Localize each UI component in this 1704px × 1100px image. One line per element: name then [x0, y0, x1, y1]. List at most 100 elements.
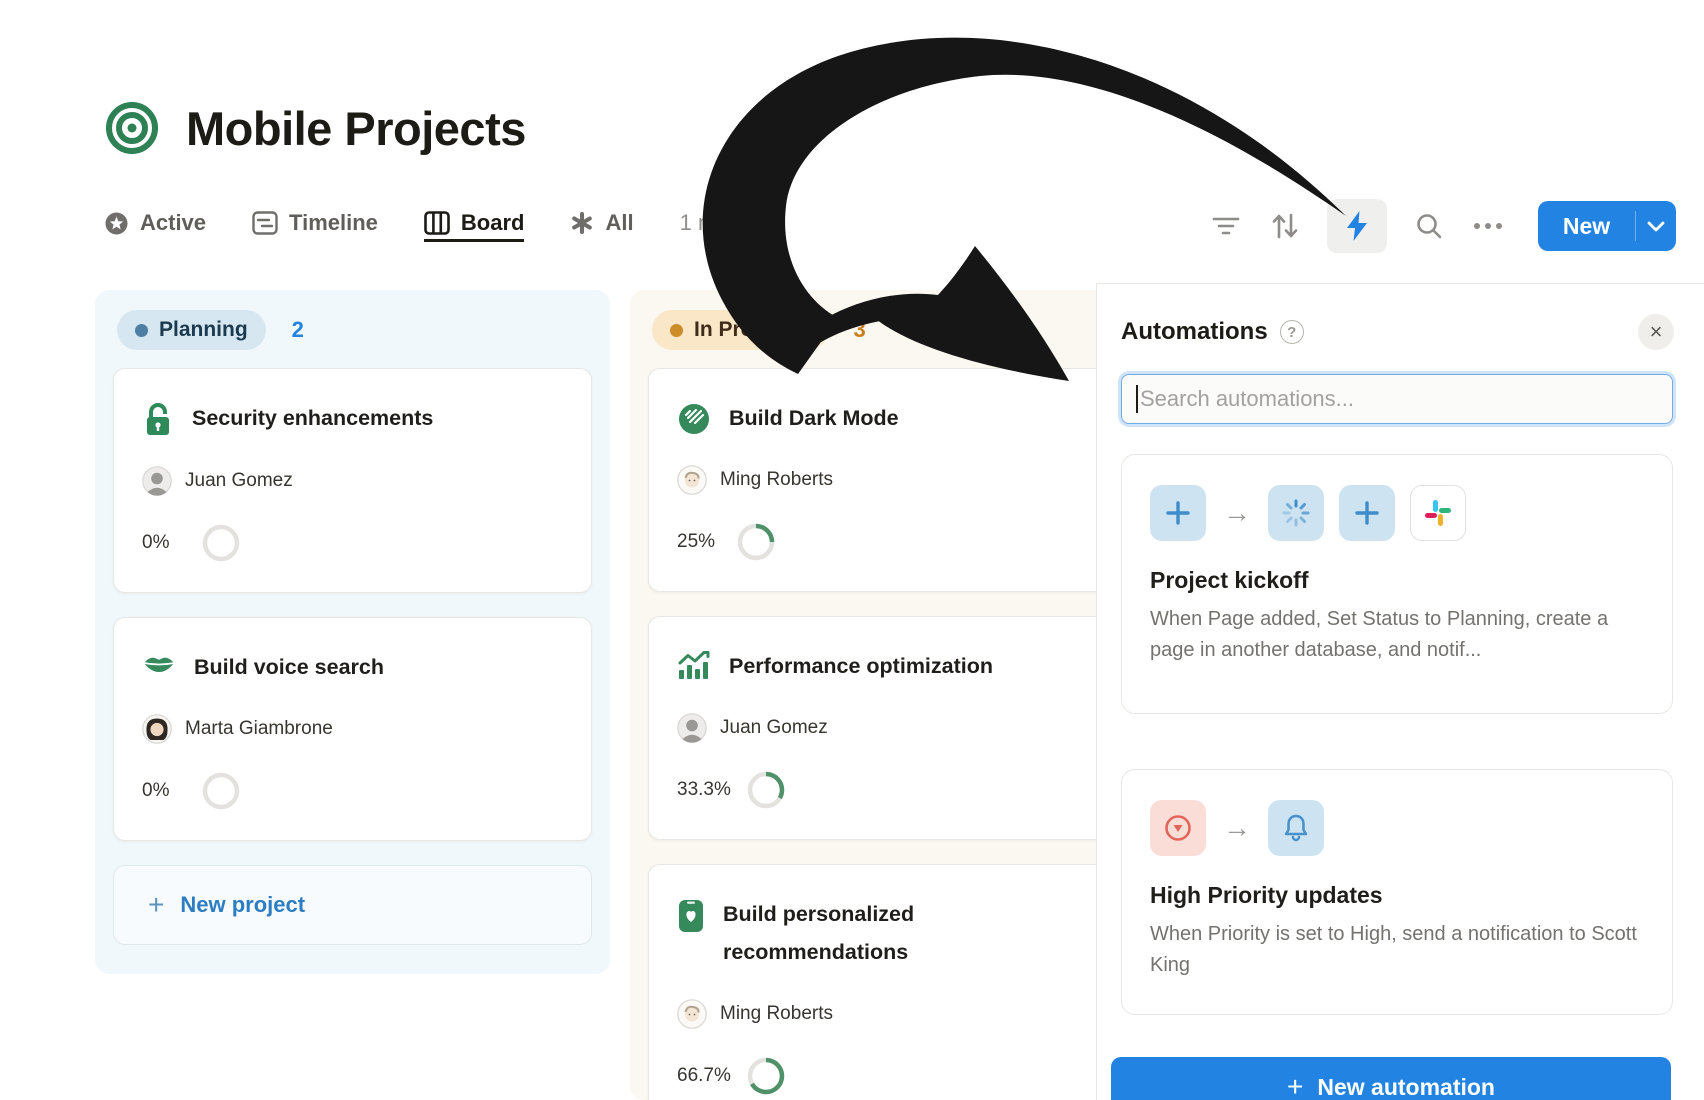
new-automation-button[interactable]: + New automation: [1111, 1057, 1671, 1100]
status-label: In Progress: [694, 318, 810, 342]
automation-description: When Priority is set to High, send a not…: [1150, 919, 1644, 981]
project-card[interactable]: Build Dark Mode Ming Roberts 25%: [648, 368, 1129, 592]
progress-ring: [202, 524, 240, 562]
column-header: In Progress 3: [648, 308, 1129, 352]
automation-title: Project kickoff: [1150, 567, 1644, 594]
more-options-button[interactable]: [1471, 209, 1505, 243]
view-tabs: Active Timeline Board: [104, 198, 766, 254]
progress-percent: 25%: [677, 531, 721, 553]
column-count: 3: [854, 317, 866, 343]
priority-icon: [1150, 800, 1206, 856]
bullseye-page-icon: [104, 100, 160, 156]
text-caret: [1136, 385, 1138, 413]
automation-title: High Priority updates: [1150, 882, 1644, 909]
automation-card[interactable]: →: [1121, 454, 1673, 714]
tab-label: All: [605, 210, 633, 236]
card-title: Build voice search: [194, 648, 384, 686]
column-planning: Planning 2 Security enhancements Juan: [95, 290, 610, 974]
progress-row: 0%: [142, 772, 563, 810]
column-count: 2: [292, 317, 304, 343]
status-dot: [135, 324, 148, 337]
page-title: Mobile Projects: [186, 101, 526, 156]
card-title: Performance optimization: [729, 647, 993, 685]
status-badge-planning[interactable]: Planning: [117, 310, 266, 350]
tab-timeline[interactable]: Timeline: [252, 210, 378, 242]
assignee-name: Ming Roberts: [720, 469, 833, 491]
tab-label: Active: [140, 210, 206, 236]
automation-card[interactable]: → High Priority updates When Priority is…: [1121, 769, 1673, 1015]
project-card[interactable]: Performance optimization Juan Gomez 33.3…: [648, 616, 1129, 840]
card-title: Build Dark Mode: [729, 399, 899, 437]
card-title: Security enhancements: [192, 399, 433, 437]
new-project-label: New project: [180, 892, 305, 918]
automation-icons: →: [1150, 800, 1644, 856]
chevron-down-icon[interactable]: [1636, 221, 1676, 232]
progress-row: 33.3%: [677, 771, 1100, 809]
progress-row: 66.7%: [677, 1057, 1100, 1095]
tab-active[interactable]: Active: [104, 210, 206, 242]
avatar: [677, 713, 707, 743]
progress-percent: 33.3%: [677, 779, 731, 801]
progress-percent: 0%: [142, 780, 186, 802]
sort-arrows-icon: [1270, 212, 1300, 240]
help-icon[interactable]: ?: [1280, 320, 1304, 344]
assignee-row: Juan Gomez: [677, 713, 1100, 743]
sort-button[interactable]: [1268, 209, 1302, 243]
tab-all[interactable]: All: [570, 210, 633, 242]
panel-title: Automations: [1121, 318, 1268, 346]
progress-percent: 0%: [142, 532, 186, 554]
automations-panel: Automations ? × →: [1096, 283, 1704, 1100]
phone-heart-icon: [677, 898, 705, 934]
project-card[interactable]: Security enhancements Juan Gomez 0%: [113, 368, 592, 593]
avatar: [142, 714, 172, 744]
assignee-name: Ming Roberts: [720, 1003, 833, 1025]
search-icon: [1415, 212, 1443, 240]
avatar: [142, 466, 172, 496]
automations-search-input[interactable]: [1121, 374, 1673, 424]
assignee-name: Marta Giambrone: [185, 718, 333, 740]
avatar: [677, 999, 707, 1029]
new-button[interactable]: New: [1538, 201, 1676, 251]
progress-row: 0%: [142, 524, 563, 562]
plus-icon: +: [1287, 1071, 1303, 1100]
project-card[interactable]: Build voice search Marta Giambrone 0%: [113, 617, 592, 841]
assignee-row: Juan Gomez: [142, 466, 563, 496]
filter-button[interactable]: [1209, 209, 1243, 243]
chart-icon: [677, 650, 711, 682]
column-header: Planning 2: [113, 308, 592, 352]
page-header: Mobile Projects: [104, 100, 526, 156]
app-window: Mobile Projects Active Timeline B: [0, 0, 1704, 1100]
tab-board[interactable]: Board: [424, 210, 525, 242]
panel-header: Automations ? ×: [1121, 312, 1674, 352]
tab-label: Board: [461, 210, 525, 236]
search-button[interactable]: [1412, 209, 1446, 243]
plus-icon: [1339, 485, 1395, 541]
progress-ring: [747, 771, 785, 809]
assignee-name: Juan Gomez: [720, 717, 828, 739]
progress-ring: [747, 1057, 785, 1095]
new-project-button[interactable]: + New project: [113, 865, 592, 945]
status-badge-in-progress[interactable]: In Progress: [652, 310, 828, 350]
progress-row: 25%: [677, 523, 1100, 561]
plus-icon: [1150, 485, 1206, 541]
project-card[interactable]: Build personalized recommendations Ming …: [648, 864, 1129, 1100]
close-icon[interactable]: ×: [1638, 314, 1674, 350]
automations-button[interactable]: [1327, 199, 1387, 253]
asterisk-icon: [570, 211, 594, 235]
arrow-right-icon: →: [1221, 499, 1253, 527]
tab-more[interactable]: 1 more...: [680, 210, 767, 242]
column-in-progress: In Progress 3 Build Dark Mode: [630, 290, 1147, 1100]
automation-description: When Page added, Set Status to Planning,…: [1150, 604, 1644, 666]
board-icon: [424, 211, 450, 235]
assignee-row: Marta Giambrone: [142, 714, 563, 744]
tab-label: 1 more...: [680, 210, 767, 236]
bell-icon: [1268, 800, 1324, 856]
card-title: Build personalized recommendations: [723, 895, 1007, 971]
search-wrap: [1121, 374, 1674, 424]
new-button-label: New: [1538, 213, 1635, 240]
tab-label: Timeline: [289, 210, 378, 236]
lock-icon: [142, 402, 174, 438]
assignee-row: Ming Roberts: [677, 999, 1100, 1029]
status-label: Planning: [159, 318, 248, 342]
slack-icon: [1410, 485, 1466, 541]
